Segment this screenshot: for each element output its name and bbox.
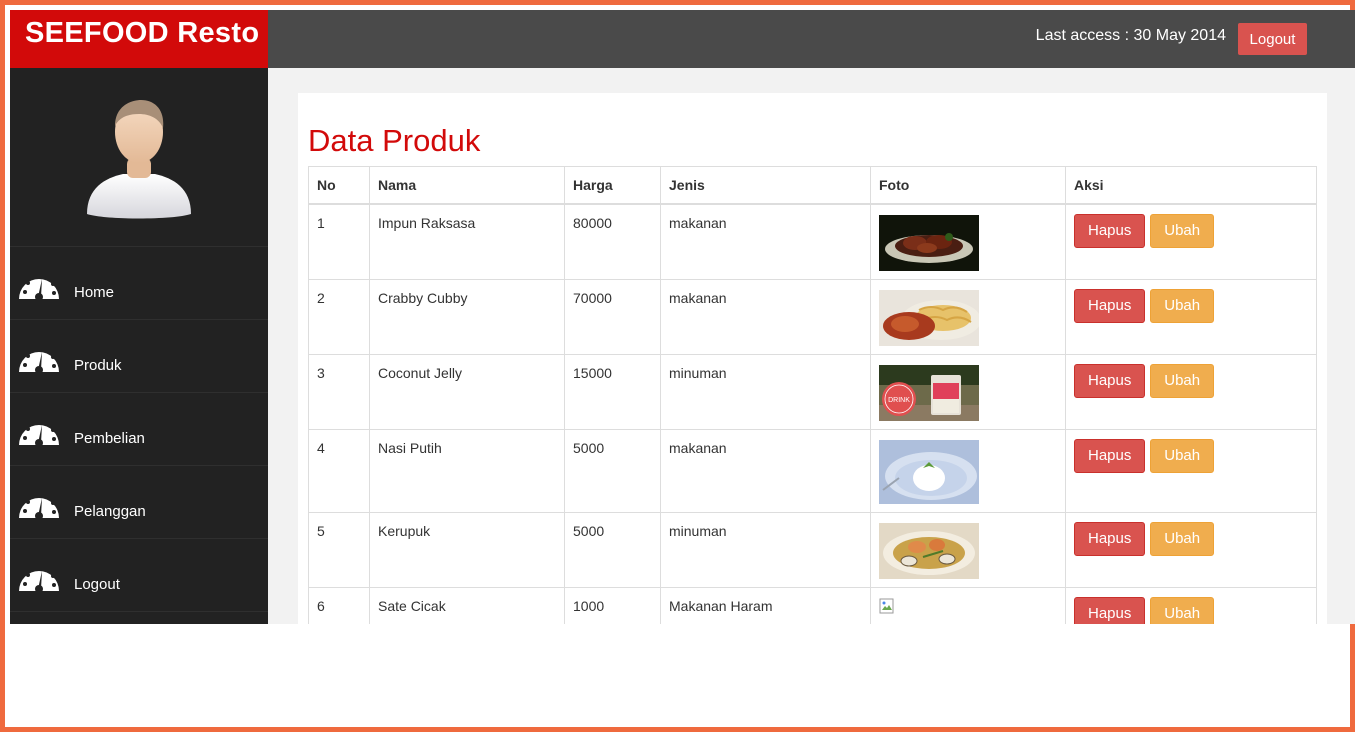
cell-aksi: Hapus Ubah: [1065, 428, 1317, 513]
cell-aksi: Hapus Ubah: [1065, 353, 1317, 430]
window-frame: SEEFOOD Resto Last access : 30 May 2014 …: [0, 0, 1355, 732]
drink-photo-thumbnail[interactable]: DRINK: [879, 364, 979, 421]
sidebar-item-produk[interactable]: Produk: [10, 320, 268, 393]
edit-button[interactable]: Ubah: [1150, 596, 1215, 624]
cell-foto: [870, 586, 1066, 624]
cell-nama: Sate Cicak: [369, 586, 565, 624]
table-row: 2 Crabby Cubby 70000 makanan Hapus Ubah: [308, 278, 1317, 355]
dashboard-gauge-icon: [19, 567, 59, 592]
cell-jenis: minuman: [660, 511, 871, 588]
edit-button[interactable]: Ubah: [1150, 363, 1215, 398]
sidebar-item-pelanggan[interactable]: Pelanggan: [10, 466, 268, 539]
cell-foto: [870, 203, 1066, 280]
broken-image-icon[interactable]: [879, 598, 895, 614]
cell-harga: 15000: [564, 353, 661, 430]
cell-foto: [870, 511, 1066, 588]
cell-harga: 80000: [564, 203, 661, 280]
cell-foto: [870, 278, 1066, 355]
cell-foto: [870, 428, 1066, 513]
edit-button[interactable]: Ubah: [1150, 438, 1215, 473]
delete-button[interactable]: Hapus: [1074, 596, 1146, 624]
dashboard-gauge-icon: [19, 348, 59, 373]
table-row: 6 Sate Cicak 1000 Makanan Haram Hapus Ub…: [308, 586, 1317, 624]
column-header-foto: Foto: [870, 166, 1066, 205]
sidebar-item-home[interactable]: Home: [10, 247, 268, 320]
cell-harga: 1000: [564, 586, 661, 624]
sidebar-item-logout[interactable]: Logout: [10, 539, 268, 612]
brand-logo[interactable]: SEEFOOD Resto: [10, 10, 268, 68]
cell-foto: DRINK: [870, 353, 1066, 430]
cell-no: 1: [308, 203, 370, 280]
cell-nama: Impun Raksasa: [369, 203, 565, 280]
product-table: No Nama Harga Jenis Foto Aksi 1 Impun Ra…: [308, 166, 1317, 624]
column-header-no: No: [308, 166, 370, 205]
cell-nama: Nasi Putih: [369, 428, 565, 513]
cell-no: 2: [308, 278, 370, 355]
delete-button[interactable]: Hapus: [1074, 438, 1146, 473]
cell-aksi: Hapus Ubah: [1065, 511, 1317, 588]
cell-aksi: Hapus Ubah: [1065, 278, 1317, 355]
sidebar-item-label: Pelanggan: [74, 503, 146, 520]
cell-harga: 5000: [564, 511, 661, 588]
page-title: Data Produk: [308, 123, 481, 158]
cell-no: 5: [308, 511, 370, 588]
table-row: 3 Coconut Jelly 15000 minuman DRINK Hapu…: [308, 353, 1317, 430]
food-photo-thumbnail[interactable]: [879, 214, 979, 271]
column-header-aksi: Aksi: [1065, 166, 1317, 205]
cell-nama: Crabby Cubby: [369, 278, 565, 355]
sidebar-item-label: Home: [74, 284, 115, 301]
user-avatar-icon: [87, 100, 191, 219]
table-row: 5 Kerupuk 5000 minuman Hapus Ubah: [308, 511, 1317, 588]
column-header-harga: Harga: [564, 166, 661, 205]
rice-photo-thumbnail[interactable]: [879, 439, 979, 504]
cell-jenis: minuman: [660, 353, 871, 430]
logout-button[interactable]: Logout: [1238, 23, 1307, 55]
cell-harga: 5000: [564, 428, 661, 513]
column-header-nama: Nama: [369, 166, 565, 205]
cell-no: 4: [308, 428, 370, 513]
dashboard-gauge-icon: [19, 421, 59, 446]
sidebar-item-label: Produk: [74, 357, 122, 374]
cell-no: 3: [308, 353, 370, 430]
table-row: 1 Impun Raksasa 80000 makanan Hapus Ubah: [308, 203, 1317, 280]
seafood-photo-thumbnail[interactable]: [879, 522, 979, 579]
food-photo-thumbnail[interactable]: [879, 289, 979, 346]
cell-nama: Kerupuk: [369, 511, 565, 588]
sidebar: Home Produk Pembelian Pelanggan Logout: [10, 68, 268, 624]
column-header-jenis: Jenis: [660, 166, 871, 205]
delete-button[interactable]: Hapus: [1074, 521, 1146, 556]
last-access-text: Last access : 30 May 2014: [1035, 27, 1226, 44]
delete-button[interactable]: Hapus: [1074, 288, 1146, 323]
drink-badge-text: DRINK: [888, 397, 910, 404]
cell-jenis: makanan: [660, 278, 871, 355]
dashboard-gauge-icon: [19, 494, 59, 519]
sidebar-item-pembelian[interactable]: Pembelian: [10, 393, 268, 466]
cell-aksi: Hapus Ubah: [1065, 203, 1317, 280]
content-panel: Data Produk No Nama Harga Jenis Foto Aks…: [298, 93, 1327, 624]
delete-button[interactable]: Hapus: [1074, 213, 1146, 248]
top-bar: SEEFOOD Resto Last access : 30 May 2014 …: [10, 10, 1355, 68]
app-window: SEEFOOD Resto Last access : 30 May 2014 …: [10, 10, 1355, 624]
edit-button[interactable]: Ubah: [1150, 521, 1215, 556]
table-header-row: No Nama Harga Jenis Foto Aksi: [308, 166, 1317, 205]
edit-button[interactable]: Ubah: [1150, 213, 1215, 248]
dashboard-gauge-icon: [19, 275, 59, 300]
sidebar-item-label: Logout: [74, 576, 120, 593]
avatar-area: [10, 68, 268, 247]
cell-jenis: Makanan Haram: [660, 586, 871, 624]
edit-button[interactable]: Ubah: [1150, 288, 1215, 323]
cell-aksi: Hapus Ubah: [1065, 586, 1317, 624]
cell-harga: 70000: [564, 278, 661, 355]
cell-nama: Coconut Jelly: [369, 353, 565, 430]
cell-jenis: makanan: [660, 428, 871, 513]
delete-button[interactable]: Hapus: [1074, 363, 1146, 398]
cell-jenis: makanan: [660, 203, 871, 280]
table-row: 4 Nasi Putih 5000 makanan Hapus Ubah: [308, 428, 1317, 513]
sidebar-item-label: Pembelian: [74, 430, 145, 447]
cell-no: 6: [308, 586, 370, 624]
